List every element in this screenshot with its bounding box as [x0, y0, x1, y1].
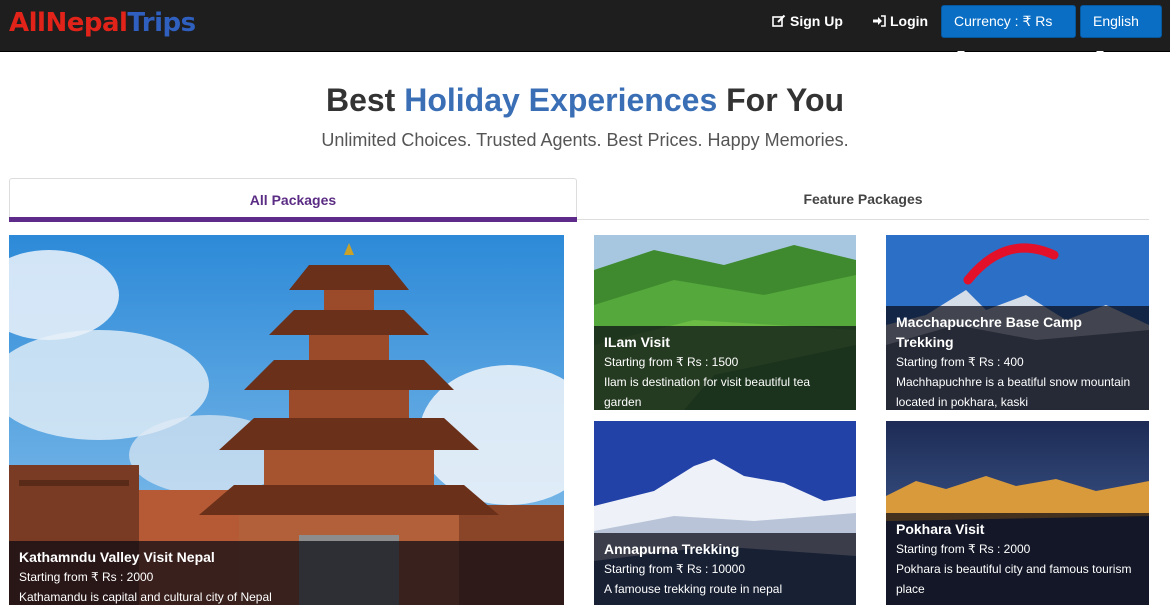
brand-part-1: AllNepal [9, 8, 128, 38]
package-card-kathmandu[interactable]: Kathamndu Valley Visit Nepal Starting fr… [9, 235, 564, 605]
sign-in-icon [873, 15, 886, 27]
card-title: ILam Visit [604, 334, 670, 350]
language-dropdown-button[interactable]: English [1080, 5, 1162, 56]
card-price: Starting from ₹ Rs : 2000 [19, 570, 154, 584]
caret-down-icon [1096, 51, 1104, 56]
card-title: Macchapucchre Base Camp Trekking [896, 314, 1082, 350]
top-navbar: AllNepalTrips Sign Up Login Currency : ₹… [0, 0, 1170, 56]
package-card-pokhara[interactable]: Pokhara Visit Starting from ₹ Rs : 2000 … [886, 421, 1149, 605]
card-title: Pokhara Visit [896, 521, 985, 537]
tab-all-packages[interactable]: All Packages [9, 178, 577, 220]
card-caption: Annapurna Trekking Starting from ₹ Rs : … [594, 533, 856, 605]
brand-part-2: Trips [127, 8, 196, 38]
card-description: Machhapuchhre is a beatiful snow mountai… [896, 375, 1131, 409]
card-price: Starting from ₹ Rs : 10000 [604, 562, 746, 576]
page-subtitle: Unlimited Choices. Trusted Agents. Best … [321, 130, 849, 150]
active-tab-indicator [9, 217, 577, 222]
signup-label: Sign Up [790, 13, 843, 29]
card-description: Pokhara is beautiful city and famous tou… [896, 562, 1132, 596]
card-title: Kathamndu Valley Visit Nepal [19, 549, 215, 565]
card-price: Starting from ₹ Rs : 1500 [604, 355, 739, 369]
card-caption: Pokhara Visit Starting from ₹ Rs : 2000 … [886, 513, 1149, 605]
caret-down-icon [957, 51, 965, 56]
tab-feature-packages[interactable]: Feature Packages [577, 178, 1149, 220]
title-highlight: Holiday Experiences [404, 82, 718, 118]
page-title: Best Holiday Experiences For You [0, 80, 1170, 120]
signup-link[interactable]: Sign Up [772, 13, 843, 29]
login-label: Login [890, 13, 929, 29]
card-caption: Macchapucchre Base Camp Trekking Startin… [886, 306, 1149, 410]
card-caption: Kathamndu Valley Visit Nepal Starting fr… [9, 541, 564, 605]
login-link[interactable]: Login [872, 13, 928, 29]
title-start: Best [325, 82, 405, 118]
card-description: Ilam is destination for visit beautiful … [604, 375, 811, 409]
card-price: Starting from ₹ Rs : 400 [896, 355, 1024, 369]
card-price: Starting from ₹ Rs : 2000 [896, 542, 1031, 556]
card-description: Kathamandu is capital and cultural city … [19, 590, 272, 604]
edit-icon [772, 14, 786, 27]
title-end: For You [717, 82, 845, 118]
card-title: Annapurna Trekking [604, 541, 740, 557]
card-caption: ILam Visit Starting from ₹ Rs : 1500 Ila… [594, 326, 856, 410]
currency-dropdown-button[interactable]: Currency : ₹ Rs [941, 5, 1076, 56]
package-card-machhapuchhre[interactable]: Macchapucchre Base Camp Trekking Startin… [886, 235, 1149, 410]
package-card-ilam[interactable]: ILam Visit Starting from ₹ Rs : 1500 Ila… [594, 235, 856, 410]
currency-label: Currency : ₹ Rs [954, 13, 1053, 29]
card-description: A famouse trekking route in nepal [604, 582, 783, 596]
package-card-annapurna[interactable]: Annapurna Trekking Starting from ₹ Rs : … [594, 421, 856, 605]
language-label: English [1093, 13, 1139, 29]
brand-logo[interactable]: AllNepalTrips [9, 6, 196, 40]
